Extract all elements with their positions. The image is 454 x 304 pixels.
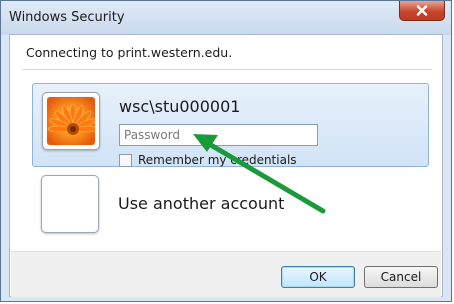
window-title: Windows Security	[9, 10, 125, 25]
title-bar[interactable]: Windows Security	[1, 1, 451, 35]
remember-checkbox[interactable]	[119, 153, 132, 167]
separator	[22, 69, 432, 70]
close-button[interactable]	[399, 1, 445, 21]
remember-credentials-option[interactable]: Remember my credentials	[119, 152, 297, 168]
windows-security-dialog: Windows Security Connecting to print.wes…	[0, 0, 452, 302]
ok-button[interactable]: OK	[281, 266, 355, 288]
user-tile	[42, 92, 100, 150]
use-another-account-tile[interactable]: Use another account	[32, 172, 429, 242]
button-bar: OK Cancel	[11, 251, 441, 297]
close-icon	[416, 5, 428, 16]
connecting-message: Connecting to print.western.edu.	[26, 45, 233, 60]
flower-user-tile-icon	[47, 97, 95, 145]
cancel-button[interactable]: Cancel	[364, 266, 438, 288]
remember-label: Remember my credentials	[138, 153, 297, 167]
use-another-account-label: Use another account	[118, 194, 285, 213]
dialog-body: Connecting to print.western.edu. wsc\stu…	[9, 34, 443, 297]
credential-tile-selected[interactable]: wsc\stu000001 Remember my credentials	[32, 83, 429, 167]
username-label: wsc\stu000001	[119, 97, 241, 116]
blank-user-tile-icon	[41, 175, 99, 233]
password-field[interactable]	[119, 124, 318, 146]
